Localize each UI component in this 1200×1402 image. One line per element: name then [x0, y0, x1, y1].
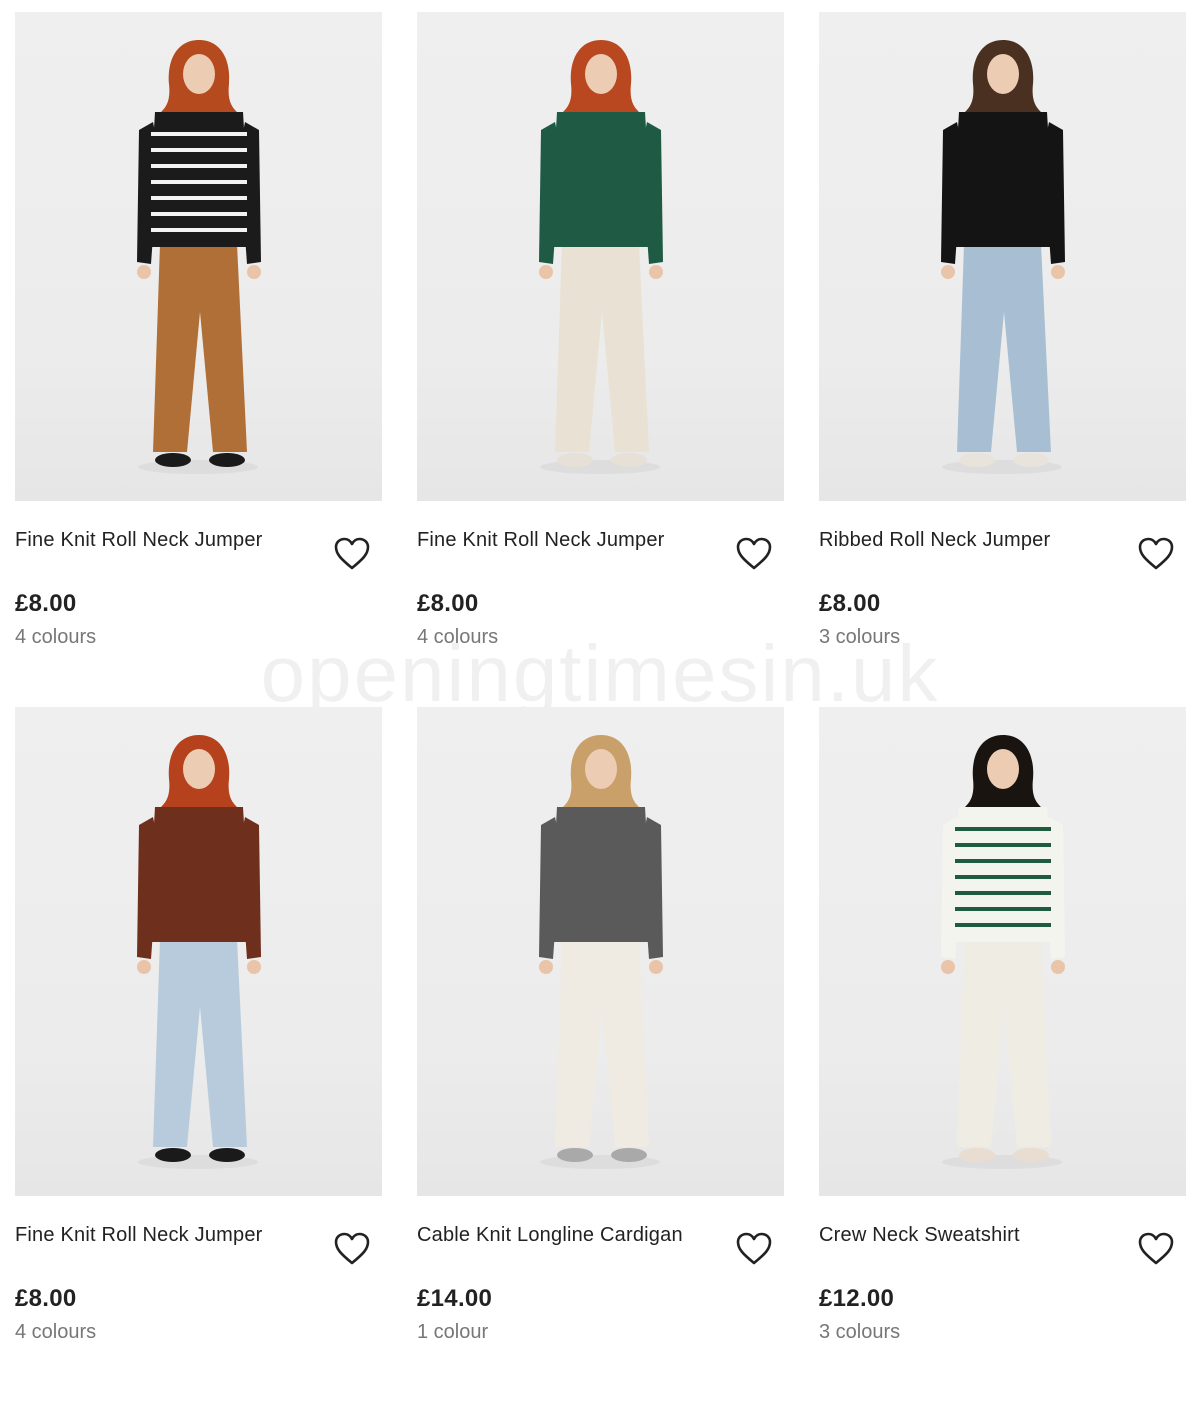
heart-outline-icon	[334, 537, 370, 570]
product-colours: 4 colours	[417, 626, 499, 648]
wishlist-heart-icon[interactable]	[735, 536, 773, 572]
heart-outline-icon	[1138, 537, 1174, 570]
product-image[interactable]	[15, 12, 382, 501]
model-green-striped-sweatshirt	[941, 735, 1065, 1169]
heart-outline-icon	[334, 1232, 370, 1265]
product-colours: 1 colour	[417, 1321, 489, 1343]
product-title[interactable]: Fine Knit Roll Neck Jumper	[15, 527, 315, 553]
product-colours: 4 colours	[15, 626, 97, 648]
model-brown-jumper	[137, 735, 261, 1169]
heart-outline-icon	[736, 537, 772, 570]
model-grey-cardigan	[539, 735, 663, 1169]
product-card[interactable]: Fine Knit Roll Neck Jumper £8.00 4 colou…	[15, 12, 382, 707]
product-image[interactable]	[417, 707, 784, 1196]
model-striped-black-jumper	[137, 40, 261, 474]
product-colours: 4 colours	[15, 1321, 97, 1343]
product-card[interactable]: Fine Knit Roll Neck Jumper £8.00 4 colou…	[417, 12, 784, 707]
product-colours: 3 colours	[819, 1321, 901, 1343]
heart-outline-icon	[1138, 1232, 1174, 1265]
model-green-jumper	[539, 40, 663, 474]
product-title[interactable]: Fine Knit Roll Neck Jumper	[15, 1222, 315, 1248]
product-image[interactable]	[417, 12, 784, 501]
product-price: £8.00	[15, 1285, 77, 1312]
wishlist-heart-icon[interactable]	[1137, 536, 1175, 572]
heart-outline-icon	[736, 1232, 772, 1265]
product-card[interactable]: Ribbed Roll Neck Jumper £8.00 3 colours	[819, 12, 1186, 707]
product-title[interactable]: Fine Knit Roll Neck Jumper	[417, 527, 717, 553]
product-title[interactable]: Cable Knit Longline Cardigan	[417, 1222, 717, 1248]
product-card[interactable]: Crew Neck Sweatshirt £12.00 3 colours	[819, 707, 1186, 1402]
wishlist-heart-icon[interactable]	[1137, 1231, 1175, 1267]
product-price: £8.00	[417, 590, 479, 617]
wishlist-heart-icon[interactable]	[333, 536, 371, 572]
product-grid: Fine Knit Roll Neck Jumper £8.00 4 colou…	[15, 12, 1186, 1402]
wishlist-heart-icon[interactable]	[333, 1231, 371, 1267]
product-title[interactable]: Crew Neck Sweatshirt	[819, 1222, 1119, 1248]
product-price: £8.00	[819, 590, 881, 617]
product-image[interactable]	[819, 12, 1186, 501]
product-image[interactable]	[819, 707, 1186, 1196]
model-black-ribbed-jumper	[941, 40, 1065, 474]
product-price: £14.00	[417, 1285, 493, 1312]
product-price: £8.00	[15, 590, 77, 617]
product-card[interactable]: Fine Knit Roll Neck Jumper £8.00 4 colou…	[15, 707, 382, 1402]
product-price: £12.00	[819, 1285, 895, 1312]
product-image[interactable]	[15, 707, 382, 1196]
wishlist-heart-icon[interactable]	[735, 1231, 773, 1267]
product-colours: 3 colours	[819, 626, 901, 648]
product-title[interactable]: Ribbed Roll Neck Jumper	[819, 527, 1119, 553]
product-card[interactable]: Cable Knit Longline Cardigan £14.00 1 co…	[417, 707, 784, 1402]
